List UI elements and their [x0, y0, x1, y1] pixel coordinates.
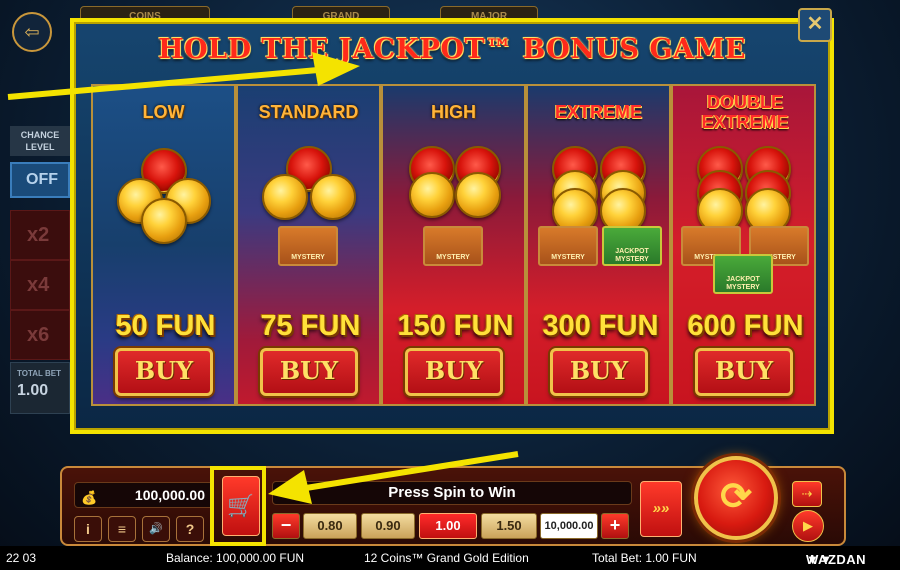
wazdan-logo-text: WAZDAN [806, 552, 867, 567]
annotation-arrows [7, 52, 519, 504]
status-line: 22 03 Balance: 100,000.00 FUN 12 Coins™ … [0, 546, 900, 570]
status-balance: Balance: 100,000.00 FUN [166, 551, 305, 565]
clock-text: 22 03 [6, 551, 37, 565]
arrow-to-title [7, 52, 360, 100]
game-name: 12 Coins™ Grand Gold Edition [364, 551, 529, 565]
status-total-bet: Total Bet: 1.00 FUN [592, 551, 697, 565]
arrow-to-cart [268, 451, 519, 504]
